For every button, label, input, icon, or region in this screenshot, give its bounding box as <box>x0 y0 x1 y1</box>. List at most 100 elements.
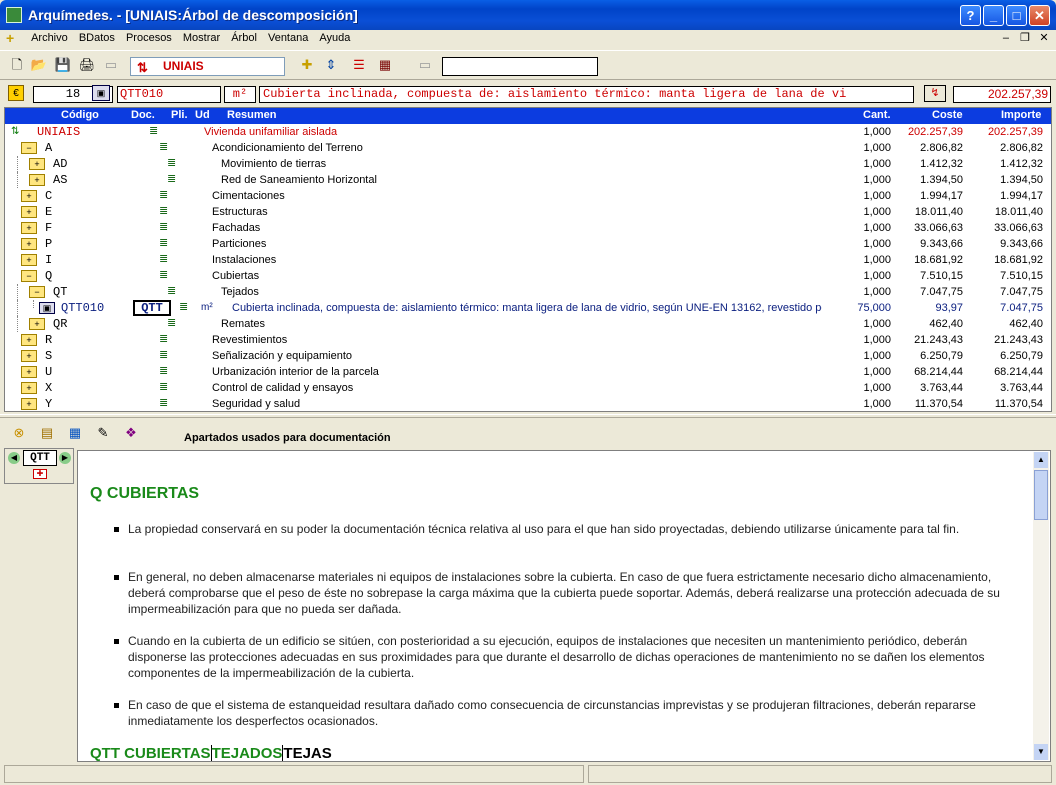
total-field[interactable]: 202.257,39 <box>953 86 1051 103</box>
document-icon[interactable]: ≣ <box>159 254 171 266</box>
col-ud[interactable]: Ud <box>195 109 210 121</box>
folder-closed-icon[interactable]: + <box>21 190 37 202</box>
document-icon[interactable]: ≣ <box>159 366 171 378</box>
link-doc-icon[interactable]: ⊗ <box>10 424 28 442</box>
open-folder-icon[interactable]: 📂 <box>30 56 48 74</box>
summary-field[interactable]: Cubierta inclinada, compuesta de: aislam… <box>259 86 914 103</box>
document-icon[interactable]: ≣ <box>159 382 171 394</box>
print-icon[interactable]: 🖨 <box>78 56 96 74</box>
table-row[interactable]: + P ≣ Particiones 1,000 9.343,66 9.343,6… <box>5 236 1051 252</box>
table-row[interactable]: + E ≣ Estructuras 1,000 18.011,40 18.011… <box>5 204 1051 220</box>
folder-closed-icon[interactable]: + <box>21 238 37 250</box>
folder-closed-icon[interactable]: + <box>21 366 37 378</box>
table-row[interactable]: + C ≣ Cimentaciones 1,000 1.994,17 1.994… <box>5 188 1051 204</box>
table-row[interactable]: + R ≣ Revestimientos 1,000 21.243,43 21.… <box>5 332 1051 348</box>
table-row[interactable]: + AS ≣ Red de Saneamiento Horizontal 1,0… <box>5 172 1051 188</box>
col-codigo[interactable]: Código <box>61 109 99 121</box>
calc-icon[interactable]: ▦ <box>376 56 394 74</box>
table-row[interactable]: ⇅ UNIAIS ≣ Vivienda unifamiliar aislada … <box>5 124 1051 140</box>
document-icon[interactable]: ≣ <box>159 190 171 202</box>
folder-closed-icon[interactable]: + <box>21 254 37 266</box>
col-pli[interactable]: Pli. <box>171 109 188 121</box>
remove-section-icon[interactable]: ✚ <box>33 469 47 479</box>
search-input[interactable] <box>442 57 598 76</box>
table-row-selected[interactable]: ▣ QTT010 QTT ≣ m² Cubierta inclinada, co… <box>5 300 1051 316</box>
menu-ayuda[interactable]: Ayuda <box>315 30 354 46</box>
book-icon[interactable]: ❖ <box>122 424 140 442</box>
table-row[interactable]: + X ≣ Control de calidad y ensayos 1,000… <box>5 380 1051 396</box>
col-doc[interactable]: Doc. <box>131 109 155 121</box>
concept-type-icon[interactable]: ▣ <box>92 85 110 101</box>
table-row[interactable]: − Q ≣ Cubiertas 1,000 7.510,15 7.510,15 <box>5 268 1051 284</box>
table-row[interactable]: + F ≣ Fachadas 1,000 33.066,63 33.066,63 <box>5 220 1051 236</box>
folder-closed-icon[interactable]: + <box>29 318 45 330</box>
document-icon[interactable]: ≣ <box>159 270 171 282</box>
section-tab[interactable]: QTT <box>23 450 57 466</box>
add-concept-icon[interactable]: ✚ <box>298 56 316 74</box>
sort-icon[interactable]: ⇕ <box>322 56 340 74</box>
scroll-up-icon[interactable]: ▲ <box>1034 452 1048 468</box>
new-icon[interactable]: 🗋 <box>8 56 26 74</box>
menu-archivo[interactable]: Archivo <box>27 30 72 46</box>
folder-closed-icon[interactable]: + <box>21 382 37 394</box>
folder-closed-icon[interactable]: + <box>21 222 37 234</box>
col-resumen[interactable]: Resumen <box>227 109 277 121</box>
doc-scrollbar[interactable]: ▲ ▼ <box>1033 452 1049 760</box>
document-icon[interactable]: ≣ <box>159 222 171 234</box>
prev-section-icon[interactable]: ◀ <box>8 452 20 464</box>
table-row[interactable]: + AD ≣ Movimiento de tierras 1,000 1.412… <box>5 156 1051 172</box>
table-row[interactable]: + U ≣ Urbanización interior de la parcel… <box>5 364 1051 380</box>
table-row[interactable]: − A ≣ Acondicionamiento del Terreno 1,00… <box>5 140 1051 156</box>
menu-procesos[interactable]: Procesos <box>122 30 176 46</box>
menu-ventana[interactable]: Ventana <box>264 30 312 46</box>
minimize-button[interactable]: _ <box>983 5 1004 26</box>
list-icon[interactable]: ☰ <box>350 56 368 74</box>
document-icon[interactable]: ≣ <box>159 238 171 250</box>
panel-splitter[interactable] <box>0 414 1056 418</box>
concept-item-icon[interactable]: ▣ <box>39 302 55 314</box>
menu-arbol[interactable]: Árbol <box>227 30 261 46</box>
open-doc-icon[interactable]: ▤ <box>38 424 56 442</box>
next-section-icon[interactable]: ▶ <box>59 452 71 464</box>
col-importe[interactable]: Importe <box>1001 109 1041 121</box>
scroll-down-icon[interactable]: ▼ <box>1034 744 1048 760</box>
document-icon[interactable]: ≣ <box>159 334 171 346</box>
table-row[interactable]: + QR ≣ Remates 1,000 462,40 462,40 <box>5 316 1051 332</box>
document-icon[interactable]: ≣ <box>167 318 179 330</box>
document-icon[interactable]: ≣ <box>159 398 171 410</box>
document-icon[interactable]: ≣ <box>159 142 171 154</box>
col-cant[interactable]: Cant. <box>863 109 891 121</box>
folder-closed-icon[interactable]: + <box>21 398 37 410</box>
save-icon[interactable]: 💾 <box>54 56 72 74</box>
document-icon[interactable]: ≣ <box>179 302 191 314</box>
document-icon[interactable]: ≣ <box>159 206 171 218</box>
help-button[interactable]: ? <box>960 5 981 26</box>
table-row[interactable]: + Y ≣ Seguridad y salud 1,000 11.370,54 … <box>5 396 1051 411</box>
calculate-icon[interactable]: ↯ <box>924 85 946 102</box>
document-icon[interactable]: ≣ <box>167 174 179 186</box>
table-row[interactable]: − QT ≣ Tejados 1,000 7.047,75 7.047,75 <box>5 284 1051 300</box>
folder-open-icon[interactable]: − <box>29 286 45 298</box>
mdi-minimize-icon[interactable]: – <box>998 32 1014 47</box>
grid-view-icon[interactable]: ▦ <box>66 424 84 442</box>
euro-icon[interactable]: € <box>8 85 24 101</box>
folder-open-icon[interactable]: − <box>21 142 37 154</box>
menu-bdatos[interactable]: BDatos <box>75 30 119 46</box>
doc-cell-editor[interactable]: QTT <box>133 300 171 316</box>
folder-closed-icon[interactable]: + <box>21 350 37 362</box>
database-selector[interactable]: ⇅ UNIAIS <box>130 57 285 76</box>
table-row[interactable]: + I ≣ Instalaciones 1,000 18.681,92 18.6… <box>5 252 1051 268</box>
document-icon[interactable]: ≣ <box>159 350 171 362</box>
maximize-button[interactable]: □ <box>1006 5 1027 26</box>
link-icon[interactable]: ▭ <box>416 56 434 74</box>
window-icon[interactable]: ▭ <box>102 56 120 74</box>
document-menu-icon[interactable]: + <box>6 31 22 47</box>
document-icon[interactable]: ≣ <box>167 286 179 298</box>
document-icon[interactable]: ≣ <box>167 158 179 170</box>
folder-open-icon[interactable]: − <box>21 270 37 282</box>
close-button[interactable]: ✕ <box>1029 5 1050 26</box>
mdi-close-icon[interactable]: ✕ <box>1036 31 1052 46</box>
table-row[interactable]: + S ≣ Señalización y equipamiento 1,000 … <box>5 348 1051 364</box>
folder-closed-icon[interactable]: + <box>29 158 45 170</box>
document-icon[interactable]: ≣ <box>149 126 161 138</box>
